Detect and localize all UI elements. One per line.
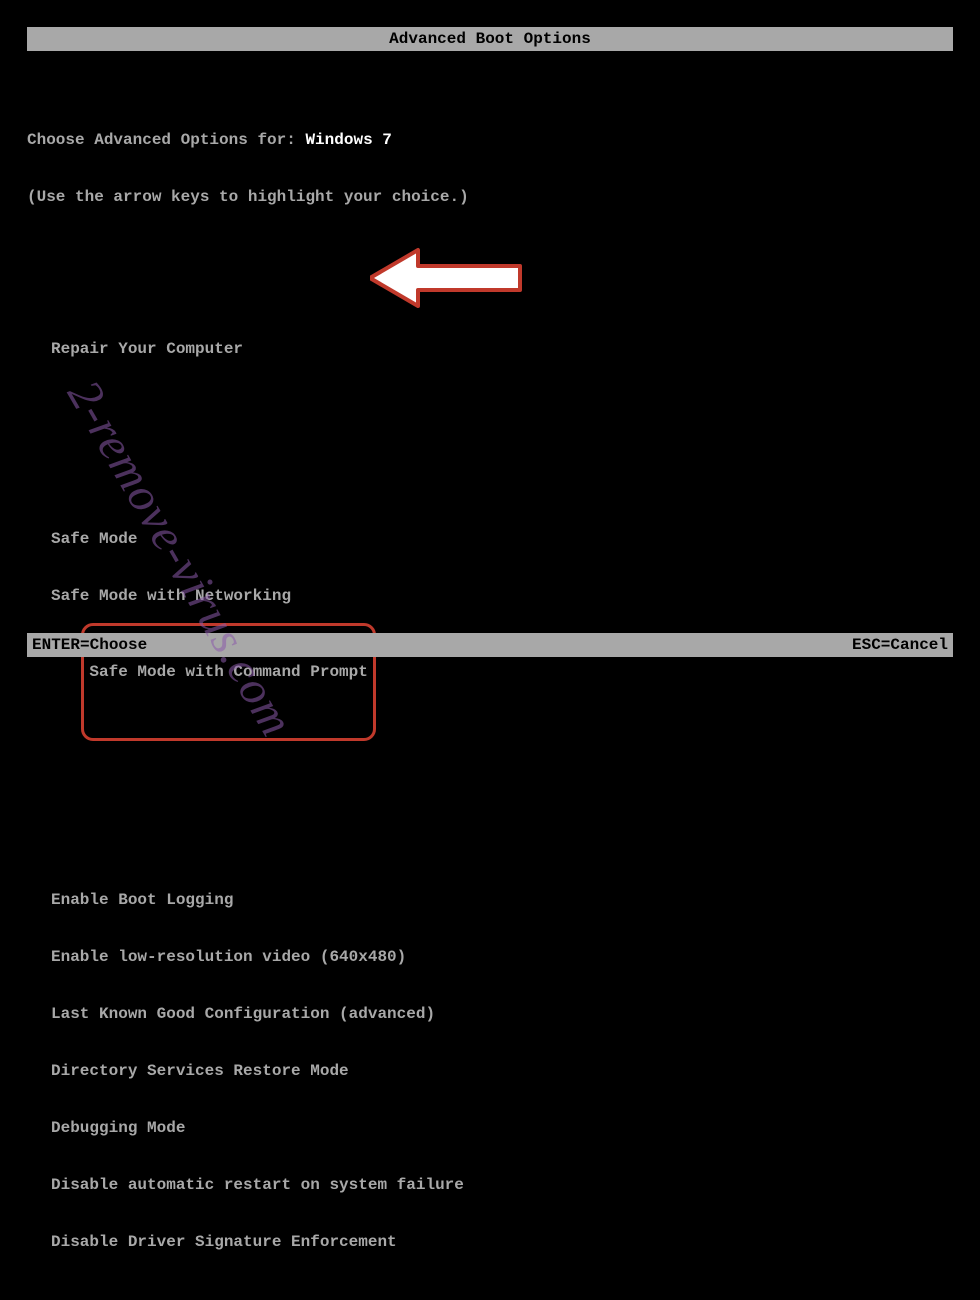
- footer-bar: ENTER=Choose ESC=Cancel: [27, 633, 953, 657]
- title-bar: Advanced Boot Options: [27, 27, 953, 51]
- page-title: Advanced Boot Options: [389, 30, 591, 48]
- prompt-prefix: Choose Advanced Options for:: [27, 131, 305, 149]
- prompt-line: Choose Advanced Options for: Windows 7: [27, 131, 953, 150]
- content-area: Choose Advanced Options for: Windows 7 (…: [0, 51, 980, 1300]
- option-dsrm[interactable]: Directory Services Restore Mode: [51, 1062, 953, 1081]
- option-group-advanced: Enable Boot Logging Enable low-resolutio…: [51, 853, 953, 1290]
- footer-esc: ESC=Cancel: [852, 636, 948, 654]
- option-disable-auto-restart[interactable]: Disable automatic restart on system fail…: [51, 1176, 953, 1195]
- option-safe-mode-command-prompt[interactable]: Safe Mode with Command Prompt: [89, 663, 367, 682]
- footer-enter: ENTER=Choose: [32, 636, 147, 654]
- os-name: Windows 7: [305, 131, 391, 149]
- option-last-known-good[interactable]: Last Known Good Configuration (advanced): [51, 1005, 953, 1024]
- option-repair-your-computer[interactable]: Repair Your Computer: [51, 340, 953, 359]
- option-low-res-video[interactable]: Enable low-resolution video (640x480): [51, 948, 953, 967]
- option-enable-boot-logging[interactable]: Enable Boot Logging: [51, 891, 953, 910]
- option-debugging-mode[interactable]: Debugging Mode: [51, 1119, 953, 1138]
- hint-line: (Use the arrow keys to highlight your ch…: [27, 188, 953, 207]
- option-disable-driver-sig[interactable]: Disable Driver Signature Enforcement: [51, 1233, 953, 1252]
- option-group-repair: Repair Your Computer: [51, 302, 953, 397]
- option-safe-mode[interactable]: Safe Mode: [51, 530, 953, 549]
- option-group-safe-mode: Safe Mode Safe Mode with Networking Safe…: [51, 492, 953, 758]
- option-safe-mode-networking[interactable]: Safe Mode with Networking: [51, 587, 953, 606]
